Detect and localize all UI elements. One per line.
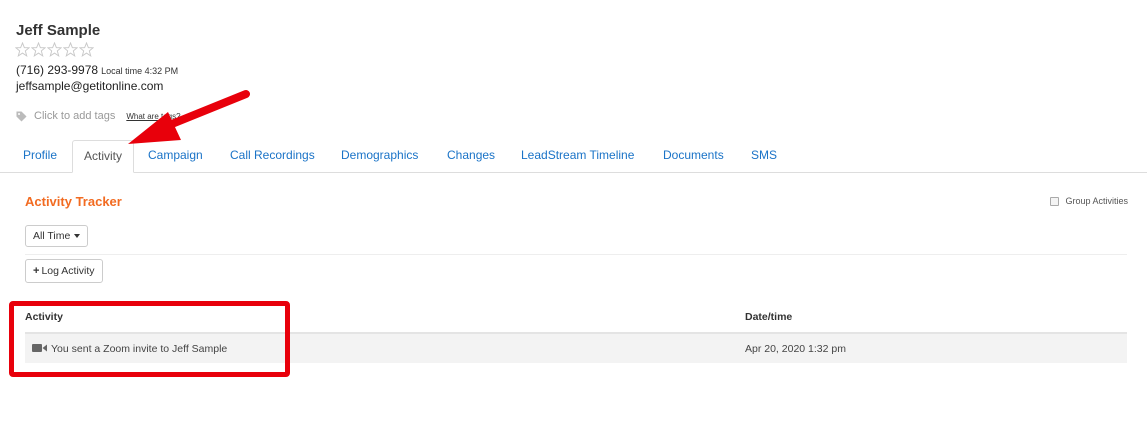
log-activity-label: Log Activity: [41, 265, 95, 277]
column-header-activity[interactable]: Activity: [25, 311, 63, 323]
activity-table: Activity Date/time You sent a Zoom invit…: [25, 306, 1127, 363]
add-tags-link[interactable]: Click to add tags: [34, 110, 115, 122]
plus-icon: +: [33, 265, 40, 277]
phone-number[interactable]: (716) 293-9978: [16, 63, 98, 77]
contact-name: Jeff Sample: [16, 22, 101, 39]
tab-call-recordings[interactable]: Call Recordings: [230, 140, 315, 171]
local-time: Local time 4:32 PM: [101, 66, 179, 76]
video-camera-icon: [32, 344, 47, 352]
table-header: Activity Date/time: [25, 306, 1127, 334]
tab-documents[interactable]: Documents: [663, 140, 724, 171]
activity-tracker-title: Activity Tracker: [25, 194, 122, 209]
tab-sms[interactable]: SMS: [751, 140, 777, 171]
tags-help-link[interactable]: What are tags?: [126, 112, 180, 121]
tab-demographics[interactable]: Demographics: [341, 140, 418, 171]
tab-changes[interactable]: Changes: [447, 140, 495, 171]
tag-icon: [16, 110, 27, 122]
activity-cell: You sent a Zoom invite to Jeff Sample: [32, 343, 227, 355]
caret-down-icon: [74, 234, 81, 238]
tab-leadstream-timeline[interactable]: LeadStream Timeline: [521, 140, 634, 171]
time-filter-label: All Time: [33, 230, 71, 242]
phone-line: (716) 293-9978 Local time 4:32 PM: [16, 63, 178, 77]
star-icon[interactable]: [47, 42, 62, 57]
tab-activity[interactable]: Activity: [72, 140, 135, 173]
tags-row: Click to add tags What are tags?: [16, 110, 181, 122]
divider: [25, 254, 1127, 255]
time-filter-dropdown[interactable]: All Time: [25, 225, 89, 247]
log-activity-button[interactable]: + Log Activity: [25, 259, 103, 283]
star-icon[interactable]: [79, 42, 94, 57]
star-icon[interactable]: [15, 42, 30, 57]
tab-bar: Profile Activity Campaign Call Recording…: [0, 140, 1147, 173]
group-activities-toggle[interactable]: Group Activities: [1050, 196, 1128, 206]
star-icon[interactable]: [31, 42, 46, 57]
activity-text: You sent a Zoom invite to Jeff Sample: [51, 343, 228, 355]
star-icon[interactable]: [63, 42, 78, 57]
contact-email[interactable]: jeffsample@getitonline.com: [16, 79, 163, 93]
tab-campaign[interactable]: Campaign: [148, 140, 203, 171]
datetime-cell: Apr 20, 2020 1:32 pm: [745, 343, 846, 355]
group-activities-label: Group Activities: [1065, 196, 1128, 206]
star-rating[interactable]: [15, 42, 94, 57]
column-header-datetime[interactable]: Date/time: [745, 311, 792, 323]
table-row[interactable]: You sent a Zoom invite to Jeff Sample Ap…: [25, 334, 1127, 363]
group-activities-checkbox[interactable]: [1050, 196, 1060, 206]
tab-profile[interactable]: Profile: [23, 140, 57, 171]
